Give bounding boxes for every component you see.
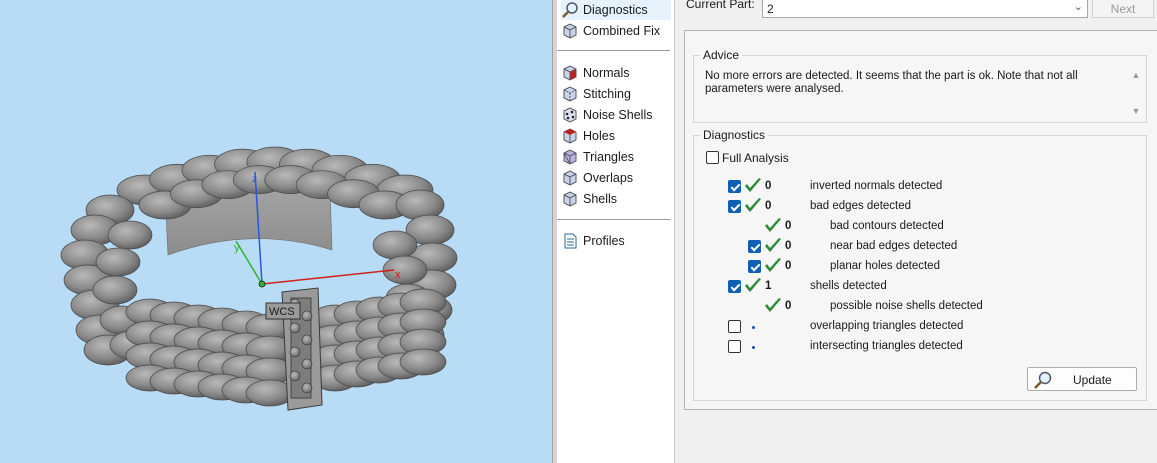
diagnostic-label: possible noise shells detected [830,300,983,312]
diagnostic-count: 0 [785,220,792,232]
menu-item-label: Profiles [583,234,625,248]
magnifier-icon [1034,371,1052,389]
shells-cube-icon [563,191,577,207]
cube-icon [563,23,577,39]
diagnostic-checkbox[interactable] [728,200,741,213]
scroll-up-icon[interactable]: ▲ [1130,70,1142,80]
diagnostics-title: Diagnostics [700,128,769,142]
update-button[interactable]: Update [1027,367,1137,391]
triangles-cube-icon [563,149,577,165]
menu-item-diagnostics[interactable]: Diagnostics [561,0,671,20]
diagnostics-container: Advice No more errors are detected. It s… [684,30,1157,410]
menu-item-profiles[interactable]: Profiles [561,231,671,251]
check-ok-icon [765,218,781,232]
advice-text: No more errors are detected. It seems th… [705,70,1078,95]
axis-y-label: y [234,242,240,254]
next-button[interactable]: Next [1092,0,1154,18]
chevron-down-icon: ⌄ [1073,1,1083,13]
check-ok-icon [765,298,781,312]
status-dot-icon [752,346,755,349]
diagnostic-checkbox[interactable] [728,320,741,333]
diagnostic-checkbox[interactable] [748,260,761,273]
diagnostic-label: planar holes detected [830,260,940,272]
menu-item-label: Noise Shells [583,108,653,122]
fix-wizard-menu: Diagnostics Combined Fix Normals Stitchi… [557,0,675,463]
menu-item-label: Diagnostics [583,3,648,17]
wcs-label: WCS [269,306,295,318]
stitching-cube-icon [563,86,577,102]
full-analysis-checkbox[interactable] [706,151,719,164]
normals-cube-icon [563,65,577,81]
axis-z-label: z [252,174,257,185]
diagnostic-label: shells detected [810,280,887,292]
magnifier-icon [562,2,578,18]
advice-scrollbar[interactable]: ▲ ▼ [1130,70,1142,116]
update-label: Update [1073,373,1112,387]
advice-group: Advice No more errors are detected. It s… [693,48,1147,123]
menu-item-stitching[interactable]: Stitching [561,84,671,104]
diagnostic-label: inverted normals detected [810,180,943,192]
menu-item-label: Stitching [583,87,631,101]
check-ok-icon [765,238,781,252]
menu-item-label: Overlaps [583,171,634,185]
3d-viewport[interactable]: z y x WCS [0,0,552,463]
full-analysis-label: Full Analysis [722,151,789,165]
diagnostic-checkbox[interactable] [728,340,741,353]
diagnostic-label: bad contours detected [830,220,944,232]
diagnostic-label: overlapping triangles detected [810,320,964,332]
diagnostic-count: 0 [765,200,772,212]
current-part-select[interactable]: 2 ⌄ [762,0,1088,18]
document-icon [564,233,577,249]
menu-item-holes[interactable]: Holes [561,126,671,146]
menu-item-label: Shells [583,192,618,206]
check-ok-icon [745,278,761,292]
wcs-tag: WCS [265,302,301,320]
menu-item-label: Triangles [583,150,634,164]
diagnostic-label: near bad edges detected [830,240,958,252]
holes-cube-icon [563,128,577,144]
menu-divider [557,219,670,220]
scroll-down-icon[interactable]: ▼ [1130,106,1142,116]
diagnostic-checkbox[interactable] [728,280,741,293]
menu-item-normals[interactable]: Normals [561,63,671,83]
diagnostic-label: intersecting triangles detected [810,340,963,352]
menu-item-shells[interactable]: Shells [561,189,671,209]
menu-item-combined-fix[interactable]: Combined Fix [561,21,671,41]
status-dot-icon [752,326,755,329]
diagnostic-count: 1 [765,280,772,292]
diagnostic-count: 0 [765,180,772,192]
diagnostic-checkbox[interactable] [748,240,761,253]
overlaps-cube-icon [563,170,577,186]
menu-item-triangles[interactable]: Triangles [561,147,671,167]
diagnostic-count: 0 [785,300,792,312]
menu-item-label: Combined Fix [583,24,661,38]
check-ok-icon [745,178,761,192]
diagnostic-checkbox[interactable] [728,180,741,193]
menu-item-overlaps[interactable]: Overlaps [561,168,671,188]
diagnostic-count: 0 [785,240,792,252]
diagnostics-group: Diagnostics Full Analysis 0 inverted norm… [693,128,1147,401]
current-part-label: Current Part: [686,0,755,11]
diagnostic-label: bad edges detected [810,200,912,212]
noise-shells-icon [563,107,577,123]
ring-model: z y x WCS [60,146,458,411]
menu-divider [557,50,670,51]
check-ok-icon [745,198,761,212]
menu-item-label: Normals [583,66,630,80]
check-ok-icon [765,258,781,272]
axis-x-label: x [395,269,401,281]
current-part-value: 2 [767,2,774,16]
menu-item-noise-shells[interactable]: Noise Shells [561,105,671,125]
advice-title: Advice [700,48,743,62]
diagnostic-count: 0 [785,260,792,272]
menu-item-label: Holes [583,129,615,143]
diagnostics-panel: Current Part: 2 ⌄ Next Advice No more er… [676,0,1157,463]
